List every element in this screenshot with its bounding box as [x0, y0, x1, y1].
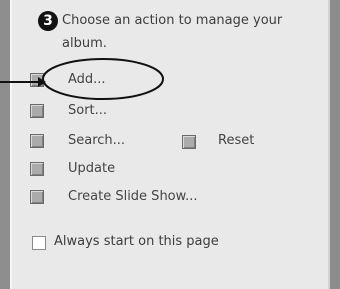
highlight-annotation: [0, 58, 164, 100]
highlight-oval: [42, 58, 164, 100]
